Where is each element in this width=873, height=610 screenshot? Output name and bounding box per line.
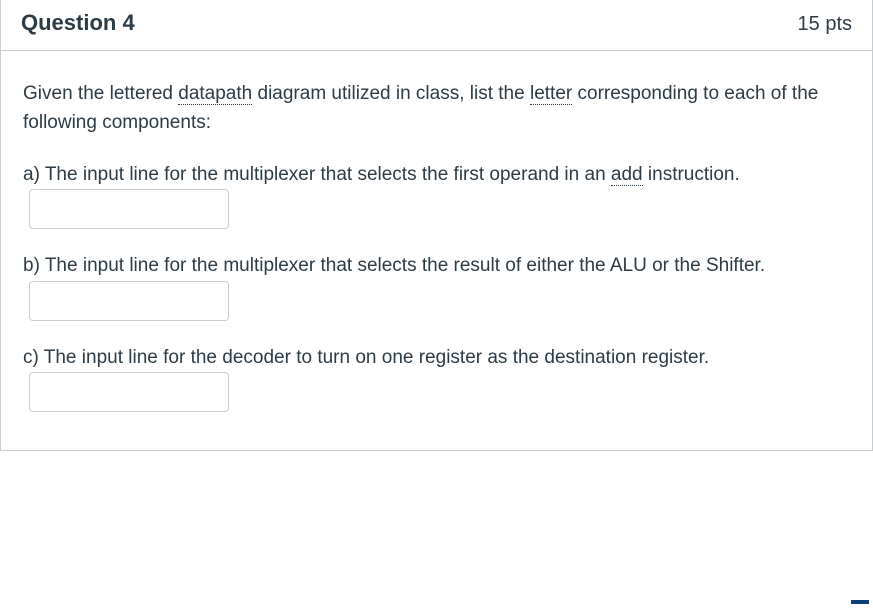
stem-link-datapath[interactable]: datapath: [178, 83, 252, 105]
part-c-text: c) The input line for the decoder to tur…: [23, 347, 709, 368]
stem-link-letter[interactable]: letter: [530, 83, 572, 105]
question-title: Question 4: [21, 10, 135, 36]
part-a-link-add[interactable]: add: [611, 164, 643, 186]
question-card: Question 4 15 pts Given the lettered dat…: [0, 0, 873, 451]
part-a: a) The input line for the multiplexer th…: [23, 160, 850, 229]
question-header: Question 4 15 pts: [1, 0, 872, 51]
question-body: Given the lettered datapath diagram util…: [1, 51, 872, 450]
part-c-input[interactable]: [29, 372, 229, 412]
part-b: b) The input line for the multiplexer th…: [23, 251, 850, 320]
question-points: 15 pts: [798, 13, 852, 36]
part-a-text-pre: a) The input line for the multiplexer th…: [23, 164, 611, 185]
question-stem: Given the lettered datapath diagram util…: [23, 79, 850, 138]
part-b-input[interactable]: [29, 281, 229, 321]
part-a-input[interactable]: [29, 189, 229, 229]
corner-mark: [851, 600, 869, 604]
stem-text: diagram utilized in class, list the: [252, 83, 530, 104]
part-b-text: b) The input line for the multiplexer th…: [23, 255, 765, 276]
stem-text: Given the lettered: [23, 83, 178, 104]
part-a-text-post: instruction.: [643, 164, 740, 185]
part-c: c) The input line for the decoder to tur…: [23, 343, 850, 412]
